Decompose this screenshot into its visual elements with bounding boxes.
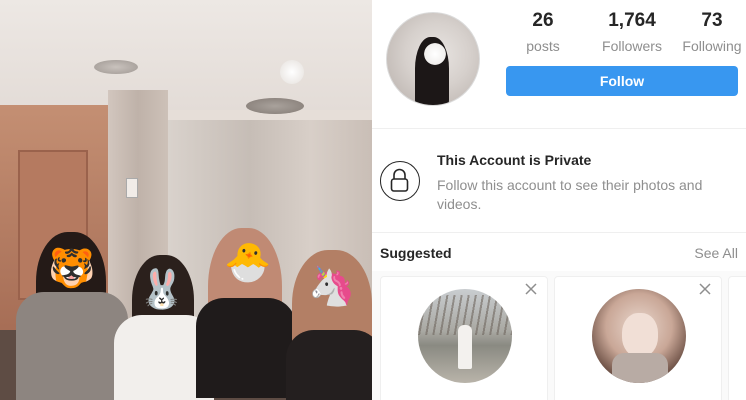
see-all-link[interactable]: See All: [694, 245, 738, 261]
person-body: [196, 298, 296, 398]
suggested-avatar[interactable]: [418, 289, 512, 383]
rabbit-emoji: 🐰: [138, 269, 186, 311]
private-title: This Account is Private: [437, 152, 592, 168]
suggested-card[interactable]: [380, 276, 548, 400]
avatar-figure: [458, 325, 472, 369]
chick-emoji: 🐣: [224, 242, 272, 284]
ceiling: [0, 0, 372, 110]
group-photo: 🐯 🐰 🐣 🦄: [0, 0, 372, 400]
avatar-flowers: [421, 43, 449, 65]
suggested-header: Suggested See All: [372, 233, 746, 271]
wall-switch: [126, 178, 138, 198]
profile-avatar[interactable]: [386, 12, 480, 106]
profile-panel: 26 posts 1,764 Followers 73 Following Fo…: [372, 0, 746, 400]
ceiling-lamp: [246, 98, 304, 114]
person-body: [286, 330, 372, 400]
lock-icon-circle: [380, 161, 420, 201]
posts-value: 26: [532, 10, 554, 31]
private-account-notice: This Account is Private Follow this acco…: [372, 130, 746, 230]
followers-value: 1,764: [608, 10, 656, 31]
followers-label: Followers: [602, 38, 662, 54]
close-icon[interactable]: [523, 281, 539, 297]
avatar-scarf: [612, 353, 668, 383]
suggested-card[interactable]: [554, 276, 722, 400]
follow-button[interactable]: Follow: [506, 66, 738, 96]
ceiling-light: [280, 60, 304, 84]
ceiling-light: [94, 60, 138, 74]
posts-count[interactable]: 26 posts: [518, 10, 568, 54]
tiger-emoji: 🐯: [48, 248, 96, 290]
suggested-avatar[interactable]: [592, 289, 686, 383]
following-label: Following: [682, 38, 742, 54]
posts-label: posts: [526, 38, 560, 54]
person-body: [16, 292, 128, 400]
suggested-title: Suggested: [380, 245, 452, 261]
profile-stats: 26 posts 1,764 Followers 73 Following: [512, 10, 742, 60]
divider: [372, 128, 746, 129]
unicorn-emoji: 🦄: [308, 266, 356, 308]
avatar-face: [622, 313, 658, 357]
suggested-card-partial[interactable]: [728, 276, 746, 400]
private-description: Follow this account to see their photos …: [437, 177, 703, 212]
following-value: 73: [701, 10, 723, 31]
followers-count[interactable]: 1,764 Followers: [582, 10, 682, 54]
following-count[interactable]: 73 Following: [672, 10, 746, 54]
lock-icon: [390, 168, 409, 192]
close-icon[interactable]: [697, 281, 713, 297]
